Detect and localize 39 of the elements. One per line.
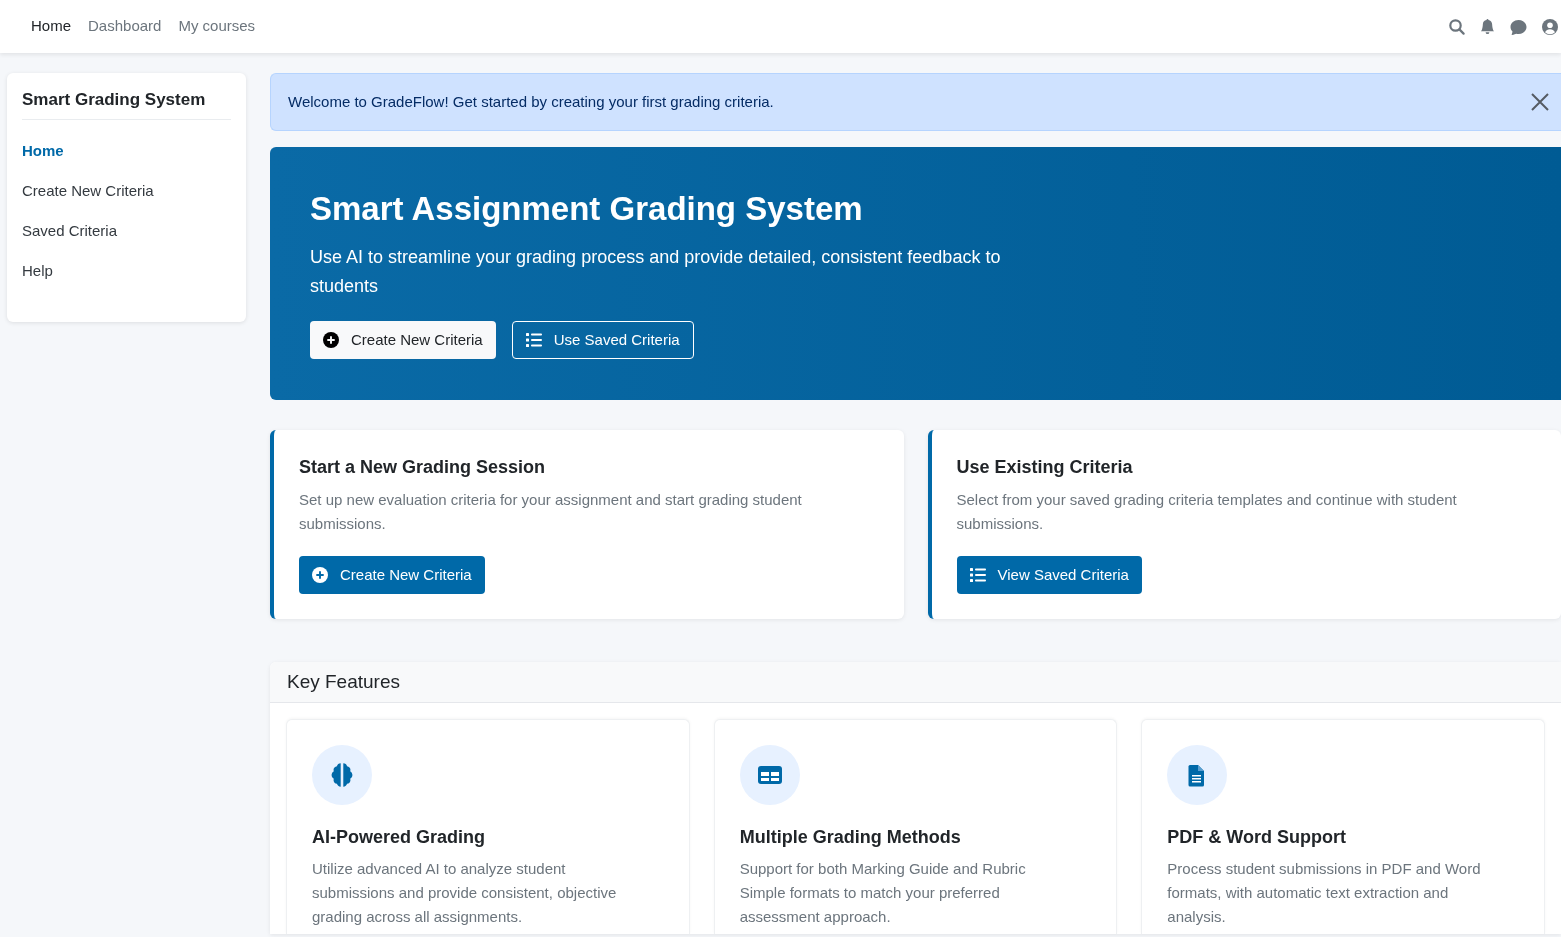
- card-description: Select from your saved grading criteria templates and continue with student submissions.: [956, 490, 1458, 534]
- table-icon: [739, 745, 800, 805]
- card-button[interactable]: View Saved Criteria: [956, 556, 1142, 594]
- close-icon: [1531, 93, 1549, 111]
- search-icon[interactable]: [1449, 18, 1465, 35]
- sidebar-link[interactable]: Saved Criteria: [22, 211, 231, 251]
- bell-icon[interactable]: [1480, 19, 1495, 34]
- hero-title: Smart Assignment Grading System: [310, 189, 864, 229]
- card-description: Set up new evaluation criteria for your assignment and start grading student submissions.: [299, 490, 803, 534]
- card-title: Start a New Grading Session: [299, 456, 547, 479]
- sidebar-link[interactable]: Home: [22, 131, 231, 171]
- nav-link[interactable]: Home: [31, 15, 71, 38]
- list-icon: [969, 568, 986, 582]
- feature-title: Multiple Grading Methods: [739, 826, 962, 849]
- nav-link[interactable]: My courses: [178, 15, 256, 38]
- feature-description: Process student submissions in PDF and Word formats, with automatic text extraction and analysis.: [1167, 859, 1482, 927]
- close-button[interactable]: [1531, 93, 1549, 111]
- primary-button[interactable]: Create New Criteria: [310, 321, 496, 359]
- sidebar-link[interactable]: Help: [22, 251, 231, 291]
- brain-icon: [312, 745, 372, 805]
- chat-icon[interactable]: [1510, 18, 1527, 35]
- card-title: Use Existing Criteria: [956, 456, 1134, 479]
- list-icon: [525, 333, 542, 347]
- plus-circle-icon: [323, 332, 339, 348]
- card-button[interactable]: Create New Criteria: [299, 556, 485, 594]
- sidebar-link[interactable]: Create New Criteria: [22, 171, 231, 211]
- document-icon: [1167, 745, 1228, 805]
- outline-button[interactable]: Use Saved Criteria: [511, 321, 694, 359]
- section-header: Key Features: [270, 662, 1561, 703]
- feature-description: Support for both Marking Guide and Rubric Simple formats to match your preferred assessment approach.: [739, 859, 1027, 927]
- user-icon[interactable]: [1542, 18, 1558, 35]
- sidebar-title: Smart Grading System: [22, 89, 231, 120]
- nav-link[interactable]: Dashboard: [88, 15, 162, 38]
- alert-message: Welcome to GradeFlow! Get started by creating your first grading criteria.: [288, 91, 774, 112]
- feature-title: PDF & Word Support: [1167, 826, 1347, 849]
- feature-description: Utilize advanced AI to analyze student submissions and provide consistent, objective grading across all assignments.: [312, 859, 618, 927]
- hero-subtitle: Use AI to streamline your grading process and provide detailed, consistent feedback to students: [310, 246, 1002, 298]
- plus-circle-icon: [312, 567, 328, 583]
- feature-title: AI-Powered Grading: [312, 826, 487, 849]
